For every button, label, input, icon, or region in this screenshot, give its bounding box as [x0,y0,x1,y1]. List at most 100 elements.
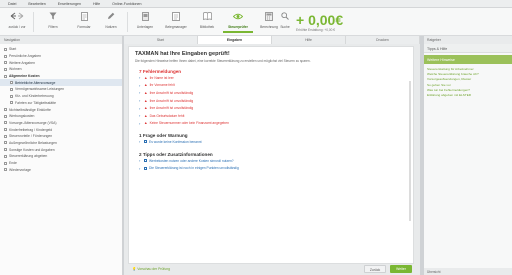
error-item[interactable]: › ▲ Ihr Name ist leer [139,74,407,82]
nav-item[interactable]: Nichtselbständige Einkünfte [0,106,122,113]
nav-item[interactable]: Weitere Angaben [0,59,122,66]
error-text: Ihre Anschrift ist unvollständig [149,106,194,111]
nav-item[interactable]: Werbungskosten [0,113,122,120]
checkbox-icon [4,121,7,125]
chevron-right-icon: › [139,82,141,88]
nav-item-label: Persönliche Angaben [9,54,42,59]
tab-help[interactable]: Hilfe [272,36,346,44]
scrollbar[interactable] [409,81,411,221]
error-item[interactable]: › ▲ Das Geburtsdatum fehlt [139,112,407,120]
error-item[interactable]: › ▲ Ihre Anschrift ist unvollständig [139,89,407,97]
tax-checker-label: Steuerprüfer [228,25,248,29]
error-item[interactable]: › ▲ Keine Steuernummer oder kein Finanzamt… [139,120,407,128]
error-text: Ihr Name ist leer [149,75,174,80]
menu-item-file[interactable]: Datei [8,2,16,6]
checkbox-icon [4,114,7,118]
info-box-icon [144,166,147,170]
checkbox-icon [4,161,7,165]
nav-item-label: Kinderfreibetrag / Kindergeld [9,127,53,132]
panel-footer: 💡 Vorschau der Prüfung Zurück Weiter [128,264,414,274]
tax-checker-button[interactable]: Steuerprüfer [223,11,253,33]
error-item[interactable]: › ▲ Ihre Anschrift ist unvollständig [139,97,407,105]
form-icon [80,11,88,21]
warning-icon: ▲ [144,106,148,111]
nav-item[interactable]: Persönliche Angaben [0,53,122,60]
tab-input[interactable]: Eingaben [198,36,272,44]
advisor-link[interactable]: Erklärung abgeben mit ELSTER [427,93,509,98]
error-text: Ihr Vorname fehlt [149,83,175,88]
toolbar: zurück / vor Filtern Formular Notizen Un… [0,8,512,36]
nav-item[interactable]: Steuererklärung abgeben [0,153,122,160]
tip-item[interactable]: › Werbekosten nutzen oder andere Kosten s… [139,157,407,165]
receipt-icon [172,11,180,21]
tab-print[interactable]: Drucken [346,36,420,44]
warning-icon: ▲ [144,121,148,126]
chevron-right-icon: › [139,105,141,111]
nav-item-label: Wiedervorlage [9,167,31,172]
nav-item-selected[interactable]: Betriebliche Altersvorsorge [0,79,122,87]
warning-icon: ▲ [144,83,148,88]
nav-item-label: Steuererklärung abgeben [9,154,48,159]
nav-item[interactable]: Start [0,46,122,53]
advisor-panel: Tipps & Hilfe Weitere Hinweise Steuerers… [424,44,512,275]
nav-item[interactable]: Ende [0,160,122,167]
nav-item-label: Sonstige Kosten und Angaben [9,147,55,152]
tip-item[interactable]: › Die Steuererklärung ist noch in einigen… [139,164,407,172]
menu-item-help[interactable]: Hilfe [93,2,100,6]
refund-amount-subtext: Erhöhte Erstattung: +0,00 € [296,28,336,32]
receipt-manager-button[interactable]: Belegmanager [161,11,191,33]
menu-item-extensions[interactable]: Erweiterungen [58,2,81,6]
error-item[interactable]: › ▲ Ihr Vorname fehlt [139,82,407,90]
warning-icon: ▲ [144,98,148,103]
notes-button[interactable]: Notizen [96,11,126,33]
preview-hint[interactable]: 💡 Vorschau der Prüfung [132,267,170,271]
overview-bar[interactable]: Übersicht [424,268,512,275]
form-button[interactable]: Formular [69,11,99,33]
refund-amount: + 0,00€ Erhöhte Erstattung: +0,00 € [296,12,343,32]
warning-icon: ▲ [144,75,148,80]
back-button[interactable]: Zurück [364,265,386,273]
nav-item[interactable]: Steuervorteile / Förderungen [0,133,122,140]
nav-subitem[interactable]: Fahrten zur Tätigkeitsstätte [0,100,122,107]
library-label: Bibliothek [199,25,215,29]
navigation-tree: Start Persönliche Angaben Weitere Angabe… [0,44,123,275]
nav-item[interactable]: Kinderfreibetrag / Kindergeld [0,126,122,133]
error-text: Keine Steuernummer oder kein Finanzamt a… [149,121,229,126]
checkbox-icon [10,94,13,98]
arrow-left-right-icon [10,11,24,21]
checkbox-icon [4,128,7,132]
nav-subitem[interactable]: Vermögenswirksame Leistungen [0,86,122,93]
tab-start[interactable]: Start [124,36,198,44]
checkbox-icon [10,101,13,105]
back-forward-label: zurück / vor [8,25,26,29]
nav-item[interactable]: Vorsorge-/Altersvorsorge (VSA) [0,120,122,127]
error-text: Das Geburtsdatum fehlt [149,113,185,118]
nav-item[interactable]: Wohnen [0,66,122,73]
filter-icon [49,11,57,21]
error-text: Ihre Anschrift ist unvollständig [149,90,194,95]
advisor-links: Steuererstattung für Arbeitnehmer Welche… [424,64,512,101]
nav-item[interactable]: Sonstige Kosten und Angaben [0,146,122,153]
error-item[interactable]: › ▲ Ihre Anschrift ist unvollständig [139,104,407,112]
documents-button[interactable]: Unterlagen [130,11,160,33]
question-item[interactable]: › Es wurde keine Konfession benannt [139,138,407,146]
lightbulb-icon: 💡 [132,267,137,271]
nav-item-label: Vermögenswirksame Leistungen [15,87,65,92]
nav-item-general-costs[interactable]: Allgemeine Kosten [0,73,122,80]
filter-button[interactable]: Filtern [38,11,68,33]
nav-item[interactable]: Außergewöhnliche Belastungen [0,140,122,147]
nav-subitem[interactable]: Kfz- und Kinderbetreuung [0,93,122,100]
advisor-section-header: Weitere Hinweise [424,55,512,64]
nav-item[interactable]: Wiedervorlage [0,166,122,173]
library-button[interactable]: Bibliothek [192,11,222,33]
toolbar-divider [33,12,34,32]
advisor-title: Tipps & Hilfe [424,44,512,53]
back-forward-button[interactable]: zurück / vor [2,11,32,33]
menu-item-online[interactable]: Online-Funktionen [112,2,141,6]
tip-text: Werbekosten nutzen oder andere Kosten si… [149,158,234,163]
chevron-right-icon: › [139,165,141,171]
next-button[interactable]: Weiter [390,265,412,273]
menu-item-edit[interactable]: Bearbeiten [28,2,45,6]
chevron-right-icon: › [139,90,141,96]
check-results-panel: TAXMAN hat Ihre Eingaben geprüft! Die fo… [128,46,414,264]
